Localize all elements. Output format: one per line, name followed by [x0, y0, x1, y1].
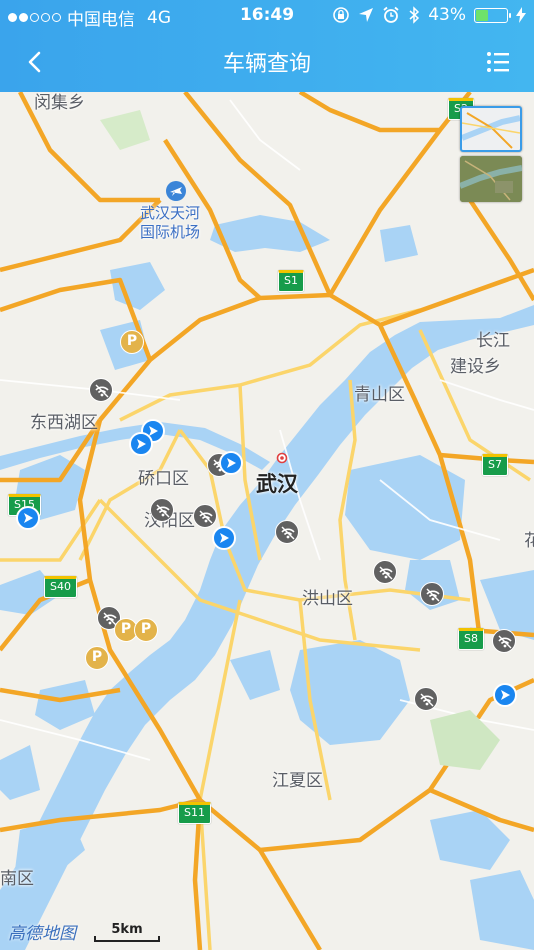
wifi-marker[interactable]	[89, 378, 113, 402]
wifi-icon	[156, 504, 170, 518]
wifi-marker[interactable]	[193, 504, 217, 528]
back-button[interactable]	[18, 44, 54, 80]
road-shield-s8: S8	[458, 628, 484, 650]
vehicle-arrow-icon	[227, 458, 236, 468]
satellite-map-layer-button[interactable]	[460, 156, 522, 202]
alarm-icon	[383, 6, 399, 23]
place-label-jiangxia: 江夏区	[272, 771, 323, 791]
navigation-bar: 车辆查询	[0, 32, 534, 92]
road-shield-s1: S1	[278, 270, 304, 292]
vehicle-arrow-icon	[137, 439, 146, 449]
vehicle-marker[interactable]	[16, 506, 40, 530]
standard-map-thumb-icon	[462, 112, 520, 149]
road-shield-s40: S40	[44, 576, 77, 598]
wifi-icon	[281, 526, 295, 540]
map-view[interactable]: 闵集乡 武汉天河 国际机场 东西湖区 青山区 长江 建设乡 硚口区 武汉 汉阳区…	[0, 92, 534, 950]
vehicle-arrow-icon	[220, 533, 229, 543]
place-label-changjiang: 长江	[476, 331, 510, 351]
map-scale-bar: 5km	[94, 922, 160, 942]
charging-bolt-icon	[516, 7, 526, 23]
place-label-wuhan: 武汉	[256, 472, 298, 496]
bluetooth-icon	[409, 6, 420, 24]
place-label-qingshan: 青山区	[354, 385, 405, 405]
place-label-minjixiang: 闵集乡	[34, 93, 85, 113]
place-label-airport: 武汉天河 国际机场	[140, 204, 200, 242]
wifi-icon	[498, 635, 512, 649]
map-base-layer	[0, 92, 534, 950]
network-label: 4G	[147, 7, 171, 28]
parking-marker[interactable]: P	[134, 618, 158, 642]
road-shield-s7: S7	[482, 454, 508, 476]
page-title: 车辆查询	[222, 52, 311, 77]
vehicle-marker[interactable]	[129, 432, 153, 456]
wifi-marker[interactable]	[373, 560, 397, 584]
city-center-icon	[276, 452, 288, 464]
parking-marker[interactable]: P	[85, 646, 109, 670]
list-icon	[487, 52, 509, 72]
parking-marker[interactable]: P	[120, 330, 144, 354]
airport-icon	[166, 181, 186, 201]
amap-logo: 高德地图	[8, 924, 76, 944]
menu-button[interactable]	[480, 44, 516, 80]
vehicle-marker[interactable]	[493, 683, 517, 707]
road-shield-s11: S11	[178, 802, 211, 824]
wifi-icon	[420, 693, 434, 707]
standard-map-layer-button[interactable]	[460, 106, 522, 152]
signal-strength-icon	[8, 13, 61, 22]
wifi-marker[interactable]	[275, 520, 299, 544]
wifi-icon	[95, 384, 109, 398]
header-bar: 中国电信 4G 16:49 43% 车辆查询	[0, 0, 534, 92]
airport-name-line2: 国际机场	[140, 223, 201, 241]
chevron-left-icon	[28, 51, 41, 73]
wifi-icon	[199, 510, 213, 524]
vehicle-arrow-icon	[24, 513, 33, 523]
place-label-jianshexiang: 建设乡	[450, 357, 501, 377]
place-label-hongshan: 洪山区	[302, 589, 353, 609]
vehicle-marker[interactable]	[219, 451, 243, 475]
map-scale-label: 5km	[111, 922, 143, 937]
wifi-marker[interactable]	[420, 582, 444, 606]
place-label-dongxihu: 东西湖区	[30, 413, 98, 433]
battery-percent: 43%	[428, 5, 466, 25]
satellite-map-thumb-icon	[460, 156, 522, 202]
vehicle-arrow-icon	[501, 690, 510, 700]
wifi-icon	[426, 588, 440, 602]
orientation-lock-icon	[333, 7, 350, 23]
wifi-marker[interactable]	[414, 687, 438, 711]
airport-name-line1: 武汉天河	[140, 204, 201, 222]
location-arrow-icon	[359, 8, 374, 22]
battery-icon	[474, 7, 511, 23]
place-label-nanqu: 南区	[0, 869, 34, 889]
carrier-label: 中国电信	[67, 10, 135, 30]
place-label-qiaokou: 硚口区	[138, 469, 189, 489]
vehicle-marker[interactable]	[212, 526, 236, 550]
status-bar: 中国电信 4G 16:49 43%	[0, 0, 534, 32]
wifi-marker[interactable]	[492, 629, 516, 653]
wifi-icon	[379, 566, 393, 580]
place-label-hua: 花	[524, 531, 534, 551]
wifi-marker[interactable]	[150, 498, 174, 522]
